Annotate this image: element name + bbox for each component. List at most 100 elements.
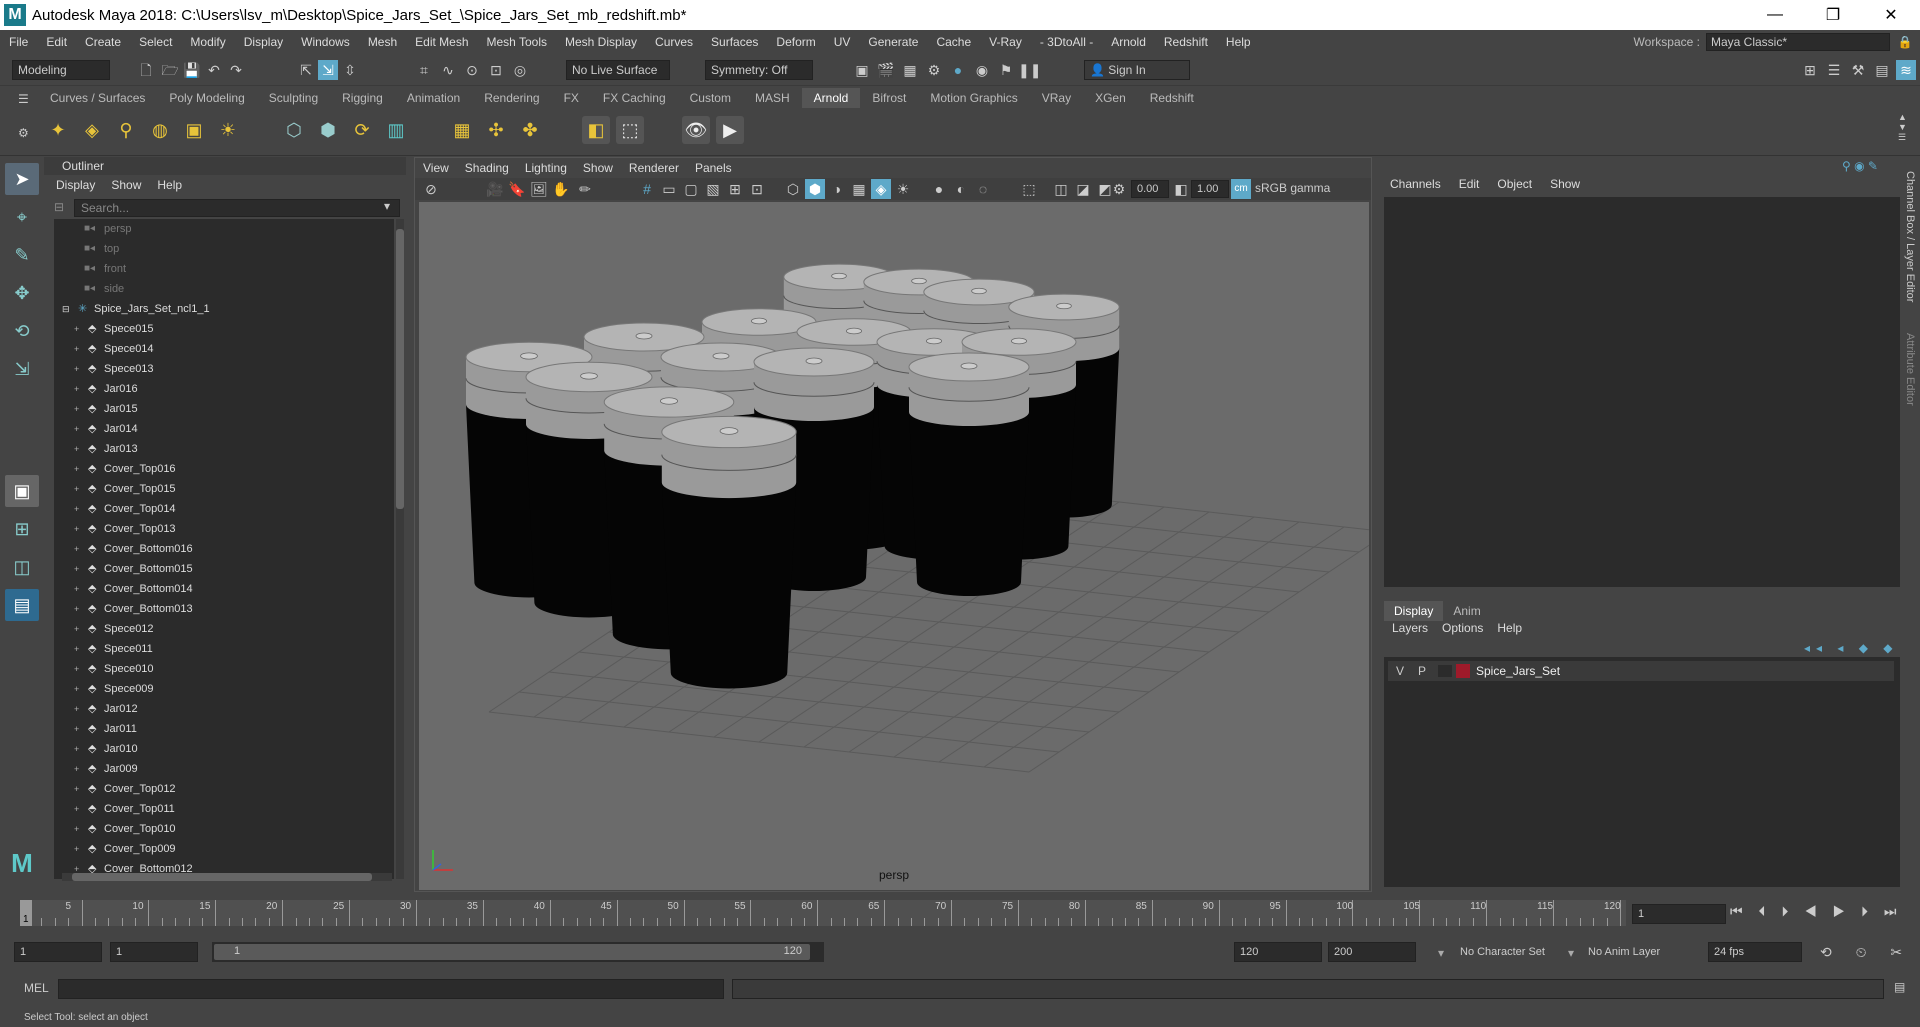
menu-11[interactable]: Curves: [646, 35, 702, 49]
expand-icon[interactable]: +: [74, 379, 79, 399]
arnold-view-icon[interactable]: 👁: [682, 116, 710, 144]
channel-box-menu-0[interactable]: Channels: [1390, 177, 1441, 191]
display-layer-row[interactable]: V P Spice_Jars_Set: [1388, 661, 1894, 681]
menu-20[interactable]: Redshift: [1155, 35, 1217, 49]
shelf-menu-icon[interactable]: ☰: [18, 92, 29, 106]
channel-box-menu-3[interactable]: Show: [1550, 177, 1580, 191]
outliner-mesh-row[interactable]: + ⬘ Cover_Top016: [54, 459, 384, 479]
safe-action-icon[interactable]: ⊡: [747, 179, 767, 199]
menu-4[interactable]: Modify: [181, 35, 234, 49]
outliner-mesh-row[interactable]: + ⬘ Cover_Top009: [54, 839, 384, 859]
xray-icon[interactable]: ◫: [1051, 179, 1071, 199]
expand-icon[interactable]: +: [74, 659, 79, 679]
close-icon[interactable]: ✕: [1862, 0, 1920, 30]
exposure-field[interactable]: 0.00: [1131, 180, 1169, 198]
current-frame-field[interactable]: 1: [1632, 904, 1726, 924]
layer-playback-toggle[interactable]: P: [1418, 661, 1426, 681]
shelf-tab-14[interactable]: XGen: [1083, 88, 1138, 108]
outliner-mesh-row[interactable]: + ⬘ Cover_Top014: [54, 499, 384, 519]
snap-to-surface-icon[interactable]: ◎: [510, 60, 530, 80]
outliner-mesh-row[interactable]: + ⬘ Spece010: [54, 659, 384, 679]
redshift-render-icon[interactable]: ⚑: [996, 60, 1016, 80]
shelf-tab-10[interactable]: Arnold: [801, 88, 861, 108]
channel-box-icons[interactable]: ⚲ ◉ ✎: [1842, 159, 1878, 173]
viewport-menu-1[interactable]: Shading: [465, 161, 509, 175]
area-light-icon[interactable]: ✦: [44, 116, 72, 144]
outliner-mesh-row[interactable]: + ⬘ Cover_Top015: [54, 479, 384, 499]
curve-collector-icon[interactable]: ⟳: [348, 116, 376, 144]
render-view-icon[interactable]: ▣: [852, 60, 872, 80]
outliner-mesh-row[interactable]: + ⬘ Jar011: [54, 719, 384, 739]
menu-0[interactable]: File: [0, 35, 37, 49]
expand-icon[interactable]: +: [74, 619, 79, 639]
use-all-lights-icon[interactable]: ◈: [871, 179, 891, 199]
motion-blur-icon[interactable]: ◐: [951, 179, 971, 199]
script-editor-icon[interactable]: ▤: [1894, 980, 1905, 994]
loop-and-prefs-icons[interactable]: ⟲ ⏲ ✂: [1820, 944, 1912, 961]
menu-17[interactable]: V-Ray: [980, 35, 1031, 49]
grease-pencil-icon[interactable]: ✏: [575, 179, 595, 199]
menu-9[interactable]: Mesh Tools: [478, 35, 556, 49]
scale-tool-icon[interactable]: ⇲: [5, 353, 39, 385]
ipr-render-icon[interactable]: ▦: [900, 60, 920, 80]
attribute-editor-side-tab[interactable]: Attribute Editor: [1904, 333, 1916, 406]
outliner-mesh-row[interactable]: + ⬘ Spece009: [54, 679, 384, 699]
mode-dropdown[interactable]: Modeling: [12, 60, 110, 80]
outliner-mesh-row[interactable]: + ⬘ Spece013: [54, 359, 384, 379]
physical-sky-icon[interactable]: ☀: [214, 116, 242, 144]
expand-icon[interactable]: +: [74, 439, 79, 459]
wireframe-on-shaded-icon[interactable]: ◑: [827, 179, 847, 199]
snap-to-grid-icon[interactable]: ⌗: [414, 60, 434, 80]
search-options-icon[interactable]: ▾: [384, 199, 390, 213]
layer-type-toggle[interactable]: [1438, 665, 1452, 677]
light-portal-icon[interactable]: ▣: [180, 116, 208, 144]
layer-menu-2[interactable]: Help: [1497, 621, 1522, 635]
expand-icon[interactable]: +: [74, 419, 79, 439]
expand-icon[interactable]: +: [74, 539, 79, 559]
two-d-pan-icon[interactable]: ✋: [551, 179, 571, 199]
outliner-menu-0[interactable]: Display: [56, 178, 95, 192]
outliner-mesh-row[interactable]: + ⬘ Cover_Bottom014: [54, 579, 384, 599]
outliner-mesh-row[interactable]: + ⬘ Cover_Bottom015: [54, 559, 384, 579]
render-view-shelf-icon[interactable]: ◧: [582, 116, 610, 144]
skydome-light-icon[interactable]: ◍: [146, 116, 174, 144]
outliner-mesh-row[interactable]: + ⬘ Jar014: [54, 419, 384, 439]
menu-5[interactable]: Display: [235, 35, 292, 49]
live-surface-field[interactable]: No Live Surface: [566, 60, 670, 80]
expand-icon[interactable]: +: [74, 399, 79, 419]
menu-12[interactable]: Surfaces: [702, 35, 767, 49]
gamma-field[interactable]: 1.00: [1191, 180, 1229, 198]
outliner-mesh-row[interactable]: + ⬘ Jar016: [54, 379, 384, 399]
shelf-tab-4[interactable]: Animation: [395, 88, 472, 108]
menu-7[interactable]: Mesh: [359, 35, 406, 49]
standin-icon[interactable]: ⬡: [280, 116, 308, 144]
bookmark-icon[interactable]: 🔖: [507, 179, 527, 199]
range-handle[interactable]: 1 120: [214, 944, 810, 960]
gamma-icon[interactable]: ◧: [1171, 179, 1191, 199]
shelf-tab-9[interactable]: MASH: [743, 88, 802, 108]
color-space-label[interactable]: sRGB gamma: [1255, 181, 1330, 195]
viewport-menu-5[interactable]: Panels: [695, 161, 732, 175]
shelf-tab-0[interactable]: Curves / Surfaces: [38, 88, 157, 108]
outliner-mesh-row[interactable]: + ⬘ Spece012: [54, 619, 384, 639]
anim-layer-dropdown[interactable]: No Anim Layer: [1588, 946, 1660, 958]
expand-icon[interactable]: +: [74, 679, 79, 699]
channel-box-side-tab[interactable]: Channel Box / Layer Editor: [1904, 171, 1916, 302]
character-set-dropdown[interactable]: No Character Set: [1460, 946, 1545, 958]
outliner-mesh-row[interactable]: + ⬘ Jar010: [54, 739, 384, 759]
menu-21[interactable]: Help: [1217, 35, 1260, 49]
layer-editor-icon[interactable]: ≋: [1896, 60, 1916, 80]
move-tool-icon[interactable]: ✥: [5, 277, 39, 309]
render-settings-icon[interactable]: ⚙: [924, 60, 944, 80]
viewport-menu-2[interactable]: Lighting: [525, 161, 567, 175]
expand-icon[interactable]: +: [74, 779, 79, 799]
wireframe-icon[interactable]: ⬡: [783, 179, 803, 199]
expand-icon[interactable]: +: [74, 839, 79, 859]
outliner-mesh-row[interactable]: + ⬘ Jar012: [54, 699, 384, 719]
camera-attr-icon[interactable]: 🎥: [485, 179, 505, 199]
sign-in-button[interactable]: 👤 Sign In: [1084, 60, 1190, 80]
outliner-mesh-row[interactable]: + ⬘ Cover_Top011: [54, 799, 384, 819]
expand-icon[interactable]: +: [74, 819, 79, 839]
menu-3[interactable]: Select: [130, 35, 181, 49]
gate-mask-icon[interactable]: ▧: [703, 179, 723, 199]
